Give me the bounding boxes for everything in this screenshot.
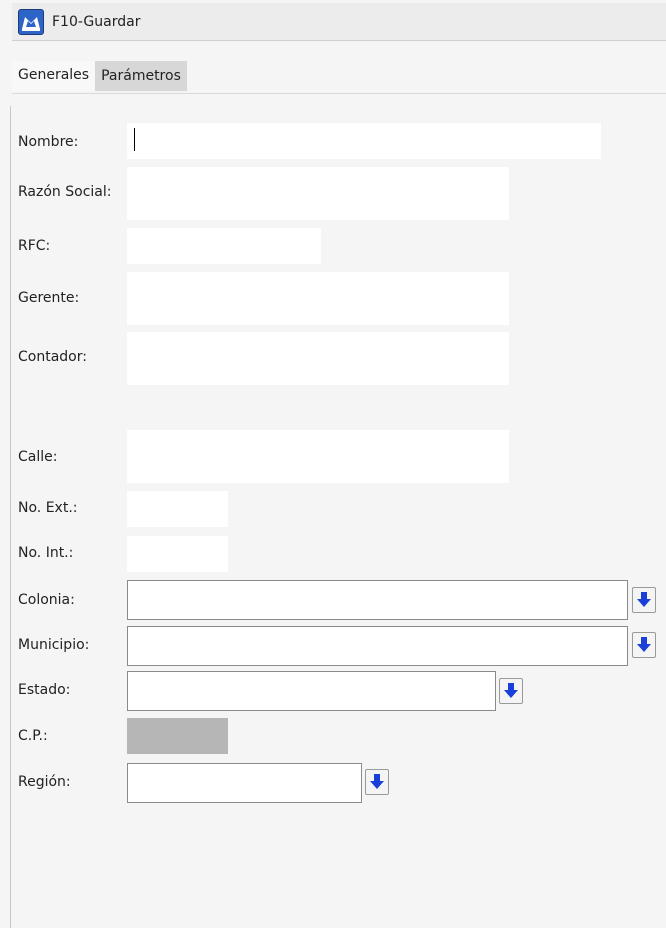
calle-label: Calle:: [18, 449, 58, 465]
rfc-input[interactable]: [127, 228, 321, 264]
cp-input: [127, 718, 228, 754]
save-label: F10-Guardar: [52, 14, 141, 30]
municipio-dropdown-button[interactable]: [632, 632, 656, 658]
text-cursor: [134, 128, 135, 151]
razon-social-label: Razón Social:: [18, 184, 112, 200]
region-dropdown-button[interactable]: [365, 769, 389, 795]
toolbar: F10-Guardar: [12, 3, 666, 41]
rfc-label: RFC:: [18, 238, 51, 254]
arrow-down-icon: [370, 774, 384, 789]
region-label: Región:: [18, 774, 71, 790]
no-int-input[interactable]: [127, 536, 228, 572]
form-panel: [10, 106, 666, 928]
municipio-select[interactable]: [127, 626, 628, 666]
razon-social-input[interactable]: [127, 167, 509, 220]
arrow-down-icon: [637, 592, 651, 607]
colonia-dropdown-button[interactable]: [632, 587, 656, 613]
no-int-label: No. Int.:: [18, 545, 74, 561]
gerente-input[interactable]: [127, 272, 509, 325]
arrow-down-icon: [637, 637, 651, 652]
arrow-down-icon: [504, 683, 518, 698]
nombre-input[interactable]: [127, 123, 601, 159]
tab-divider: [12, 93, 666, 94]
estado-label: Estado:: [18, 682, 71, 698]
colonia-label: Colonia:: [18, 592, 75, 608]
tab-bar: Generales Parámetros: [12, 61, 187, 93]
tab-parametros[interactable]: Parámetros: [95, 61, 187, 91]
gerente-label: Gerente:: [18, 290, 80, 306]
contador-label: Contador:: [18, 349, 87, 365]
save-button[interactable]: F10-Guardar: [18, 7, 140, 37]
colonia-select[interactable]: [127, 580, 628, 620]
calle-input[interactable]: [127, 430, 509, 483]
company-building-icon: [18, 9, 44, 35]
estado-select[interactable]: [127, 671, 496, 711]
no-ext-input[interactable]: [127, 491, 228, 527]
contador-input[interactable]: [127, 332, 509, 385]
cp-label: C.P.:: [18, 728, 48, 744]
region-select[interactable]: [127, 763, 362, 803]
municipio-label: Municipio:: [18, 637, 90, 653]
tab-generales[interactable]: Generales: [12, 61, 96, 91]
nombre-label: Nombre:: [18, 134, 79, 150]
no-ext-label: No. Ext.:: [18, 500, 78, 516]
estado-dropdown-button[interactable]: [499, 678, 523, 704]
